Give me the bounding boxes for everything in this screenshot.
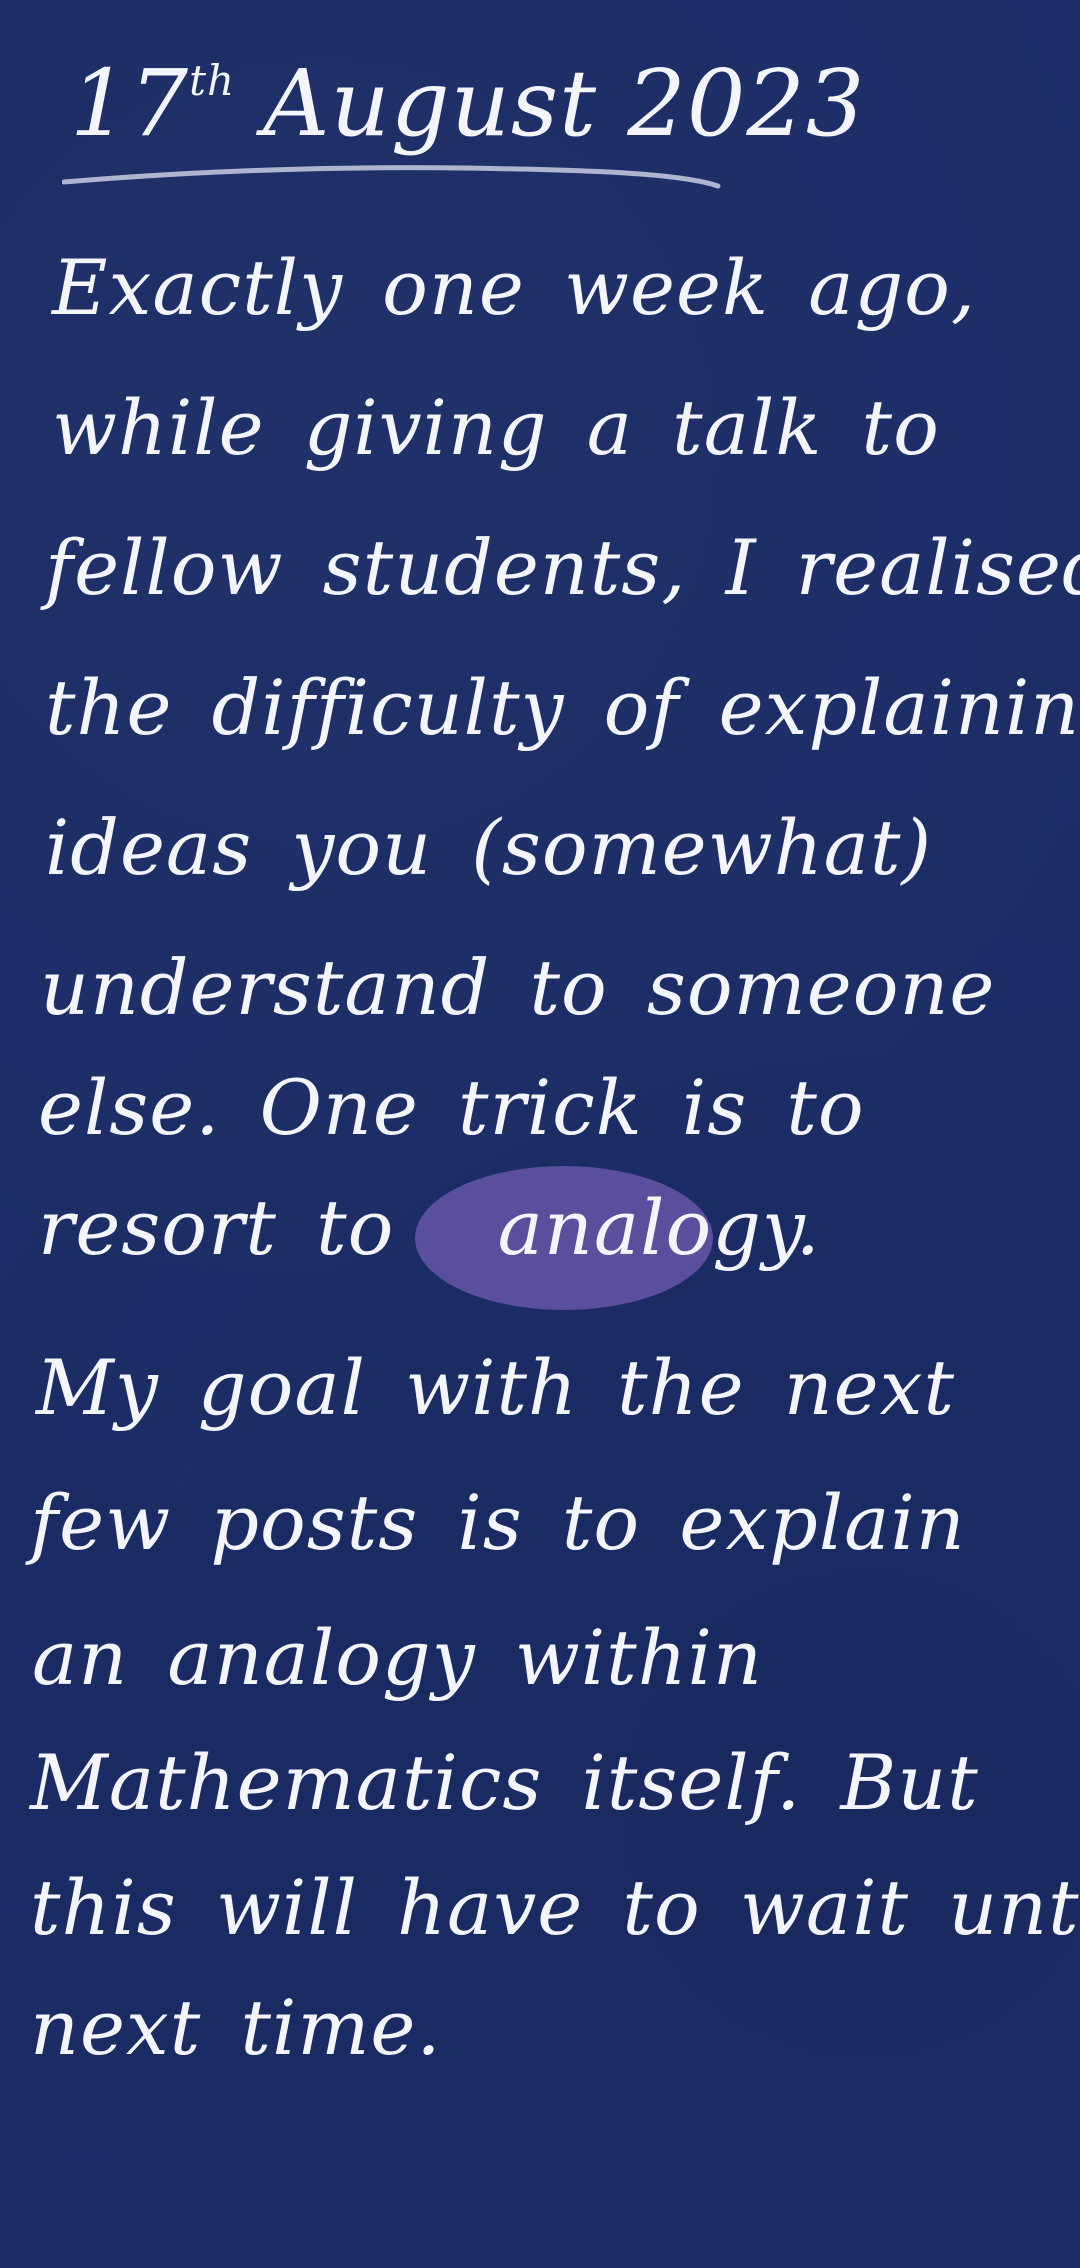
paragraph-1-line-8: resort to analogy.	[38, 1190, 821, 1266]
paragraph-1-line-3: fellow students, I realised	[45, 523, 1080, 612]
paragraph-2-line-5: this will have to wait until	[30, 1863, 1080, 1952]
paragraph-1-line-4: the difficulty of explaining	[45, 663, 1080, 752]
paragraph-1-line-7: else. One trick is to	[38, 1063, 865, 1152]
paragraph-2-line-3: an analogy within	[32, 1613, 763, 1702]
paragraph-2-line-4: Mathematics itself. But	[30, 1738, 979, 1827]
highlighted-word-analogy: analogy.	[497, 1183, 821, 1272]
paragraph-1-line-2: while giving a talk to	[52, 383, 940, 472]
date-heading: 17th August 2023	[70, 58, 865, 150]
date-day-suffix: th	[189, 56, 236, 105]
paragraph-1-line-6: understand to someone	[40, 943, 996, 1032]
date-day: 17	[70, 50, 190, 157]
paragraph-2-line-1: My goal with the next	[36, 1343, 956, 1432]
date-month-year: August 2023	[263, 50, 866, 157]
notebook-page: 17th August 2023 Exactly one week ago, wh…	[0, 0, 1080, 2268]
paragraph-1-line-1: Exactly one week ago,	[52, 243, 977, 332]
paragraph-1-line-5: ideas you (somewhat)	[45, 803, 933, 892]
date-underline	[62, 165, 721, 189]
paragraph-2-line-2: few posts is to explain	[30, 1478, 966, 1567]
paragraph-1-line-8-lead: resort to	[38, 1183, 395, 1272]
paragraph-2-line-6: next time.	[30, 1983, 442, 2072]
